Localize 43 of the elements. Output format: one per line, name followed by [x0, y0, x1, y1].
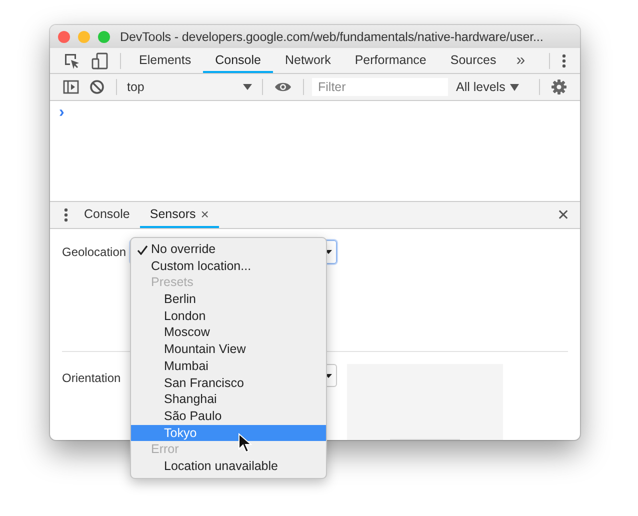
- geolocation-label: Geolocation: [62, 245, 128, 259]
- panel-tab[interactable]: Network: [272, 48, 343, 73]
- menu-group-header: Presets: [150, 274, 194, 292]
- checkmark-icon: [137, 245, 148, 255]
- menu-item[interactable]: San Francisco: [131, 374, 326, 392]
- panel-tab[interactable]: Elements: [127, 48, 204, 73]
- tab-label: Sensors: [150, 207, 196, 221]
- menu-item[interactable]: Shanghai: [131, 391, 326, 408]
- panel-tab[interactable]: Performance: [342, 48, 438, 73]
- menu-item[interactable]: London: [131, 308, 326, 324]
- close-tab-button[interactable]: ×: [200, 206, 209, 222]
- menu-item[interactable]: Mountain View: [131, 341, 326, 358]
- drawer-tab[interactable]: Console: [74, 202, 140, 228]
- sidebar-toggle-icon[interactable]: [63, 80, 79, 94]
- inspect-icon[interactable]: [63, 52, 81, 70]
- menu-group-header: Error: [150, 441, 179, 458]
- menu-item[interactable]: Custom location...: [131, 258, 326, 274]
- settings-icon[interactable]: [551, 79, 567, 95]
- drawer-tab[interactable]: Sensors ×: [140, 202, 219, 228]
- more-options-icon[interactable]: [561, 52, 567, 68]
- orientation-label: Orientation: [62, 371, 122, 385]
- clear-console-icon[interactable]: [89, 79, 105, 95]
- close-drawer-button[interactable]: ✕: [557, 206, 572, 224]
- more-tabs-button[interactable]: »: [508, 52, 534, 70]
- menu-item[interactable]: Berlin: [131, 291, 326, 308]
- caret-icon: [243, 84, 252, 90]
- drawer-menu-icon[interactable]: [63, 207, 69, 223]
- tab-label: Console: [84, 207, 130, 221]
- eye-icon[interactable]: [274, 81, 292, 93]
- log-levels-select[interactable]: All levels: [450, 79, 526, 95]
- context-select[interactable]: top: [123, 80, 256, 94]
- filter-field[interactable]: Filter: [312, 78, 448, 96]
- window-title: DevTools - developers.google.com/web/fundamentals/native-hardware/user...: [120, 30, 544, 44]
- menu-item[interactable]: Location unavailable: [131, 458, 326, 475]
- mouse-pointer-icon: [238, 433, 252, 453]
- menu-item[interactable]: No override: [131, 241, 326, 258]
- menu-item[interactable]: Mumbai: [131, 358, 326, 374]
- caret-icon: [510, 84, 520, 90]
- menu-item[interactable]: São Paulo: [131, 408, 326, 425]
- menu-item[interactable]: Moscow: [131, 324, 326, 342]
- console-prompt: ›: [59, 104, 64, 121]
- panel-tab[interactable]: Sources: [438, 48, 508, 73]
- device-icon[interactable]: [91, 52, 109, 70]
